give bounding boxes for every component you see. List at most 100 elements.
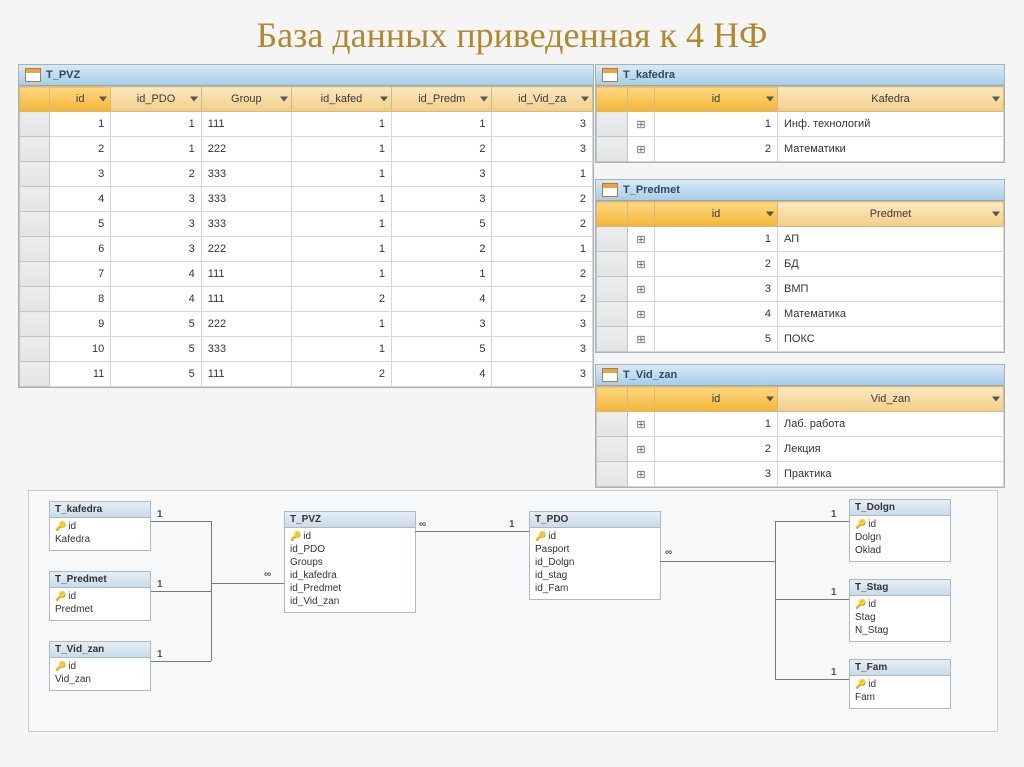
expand-icon[interactable]: ⊞	[628, 277, 655, 302]
col-idvidza[interactable]: id_Vid_za	[492, 87, 593, 112]
row-selector[interactable]	[20, 112, 50, 137]
relbox-tpdo[interactable]: T_PDO🔑idPasportid_Dolgnid_stagid_Fam	[529, 511, 661, 600]
table-row[interactable]: ⊞4Математика	[597, 302, 1004, 327]
table-row[interactable]: ⊞2БД	[597, 252, 1004, 277]
cell[interactable]: ПОКС	[778, 327, 1004, 352]
cell[interactable]: 2	[492, 262, 593, 287]
cell[interactable]: 3	[392, 187, 492, 212]
cell[interactable]: 3	[492, 337, 593, 362]
cell[interactable]: 222	[201, 312, 291, 337]
table-row[interactable]: ⊞1АП	[597, 227, 1004, 252]
cell[interactable]: 333	[201, 162, 291, 187]
col-group[interactable]: Group	[201, 87, 291, 112]
rowselector-header[interactable]	[597, 202, 628, 227]
table-row[interactable]: 21222123	[20, 137, 593, 162]
rowselector-header[interactable]	[597, 87, 628, 112]
cell[interactable]: 5	[655, 327, 778, 352]
cell[interactable]: 3	[655, 462, 778, 487]
cell[interactable]: 1	[655, 112, 778, 137]
relbox-tfam[interactable]: T_Fam🔑idFam	[849, 659, 951, 709]
cell[interactable]: 2	[291, 287, 391, 312]
cell[interactable]: 1	[291, 112, 391, 137]
cell[interactable]: БД	[778, 252, 1004, 277]
cell[interactable]: 3	[492, 362, 593, 387]
col-id[interactable]: id	[655, 87, 778, 112]
table-row[interactable]: ⊞1Инф. технологий	[597, 112, 1004, 137]
col-predmet[interactable]: Predmet	[778, 202, 1004, 227]
row-selector[interactable]	[597, 277, 628, 302]
expand-icon[interactable]: ⊞	[628, 252, 655, 277]
cell[interactable]: 3	[111, 187, 202, 212]
cell[interactable]: 1	[492, 237, 593, 262]
cell[interactable]: 3	[111, 212, 202, 237]
expand-icon[interactable]: ⊞	[628, 112, 655, 137]
table-row[interactable]: 105333153	[20, 337, 593, 362]
table-row[interactable]: 32333131	[20, 162, 593, 187]
cell[interactable]: 1	[111, 137, 202, 162]
relbox-tpvz[interactable]: T_PVZ🔑idid_PDOGroupsid_kafedraid_Predmet…	[284, 511, 416, 613]
expand-icon[interactable]: ⊞	[628, 437, 655, 462]
cell[interactable]: 2	[492, 212, 593, 237]
table-row[interactable]: ⊞2Математики	[597, 137, 1004, 162]
cell[interactable]: 4	[392, 362, 492, 387]
row-selector[interactable]	[20, 212, 50, 237]
tab-header-tpvz[interactable]: T_PVZ	[19, 65, 593, 86]
cell[interactable]: 3	[111, 237, 202, 262]
expand-icon[interactable]: ⊞	[628, 462, 655, 487]
row-selector[interactable]	[20, 362, 50, 387]
cell[interactable]: 8	[50, 287, 111, 312]
cell[interactable]: 1	[655, 227, 778, 252]
cell[interactable]: 5	[392, 337, 492, 362]
cell[interactable]: АП	[778, 227, 1004, 252]
table-row[interactable]: 63222121	[20, 237, 593, 262]
cell[interactable]: 1	[392, 112, 492, 137]
cell[interactable]: 1	[291, 337, 391, 362]
cell[interactable]: 5	[50, 212, 111, 237]
col-idpredm[interactable]: id_Predm	[392, 87, 492, 112]
col-idpdo[interactable]: id_PDO	[111, 87, 202, 112]
row-selector[interactable]	[597, 112, 628, 137]
relbox-tstag[interactable]: T_Stag🔑idStagN_Stag	[849, 579, 951, 642]
cell[interactable]: Лекция	[778, 437, 1004, 462]
cell[interactable]: 3	[492, 137, 593, 162]
cell[interactable]: 1	[291, 137, 391, 162]
cell[interactable]: 6	[50, 237, 111, 262]
col-kafedra[interactable]: Kafedra	[778, 87, 1004, 112]
cell[interactable]: 111	[201, 287, 291, 312]
cell[interactable]: 5	[111, 337, 202, 362]
relbox-tpredmet[interactable]: T_Predmet🔑idPredmet	[49, 571, 151, 621]
cell[interactable]: 2	[392, 237, 492, 262]
tab-header-tpred[interactable]: T_Predmet	[596, 180, 1004, 201]
cell[interactable]: 111	[201, 112, 291, 137]
cell[interactable]: 3	[50, 162, 111, 187]
cell[interactable]: 222	[201, 137, 291, 162]
cell[interactable]: 10	[50, 337, 111, 362]
expand-header[interactable]	[628, 202, 655, 227]
row-selector[interactable]	[597, 437, 628, 462]
cell[interactable]: Лаб. работа	[778, 412, 1004, 437]
cell[interactable]: 5	[111, 312, 202, 337]
row-selector[interactable]	[597, 462, 628, 487]
cell[interactable]: 3	[492, 312, 593, 337]
cell[interactable]: 2	[492, 187, 593, 212]
row-selector[interactable]	[20, 187, 50, 212]
row-selector[interactable]	[20, 137, 50, 162]
col-vidzan[interactable]: Vid_zan	[778, 387, 1004, 412]
cell[interactable]: 2	[655, 437, 778, 462]
expand-icon[interactable]: ⊞	[628, 227, 655, 252]
row-selector[interactable]	[597, 302, 628, 327]
cell[interactable]: 1	[291, 237, 391, 262]
cell[interactable]: 2	[492, 287, 593, 312]
rowselector-header[interactable]	[597, 387, 628, 412]
expand-icon[interactable]: ⊞	[628, 327, 655, 352]
table-row[interactable]: 11111113	[20, 112, 593, 137]
cell[interactable]: 2	[655, 137, 778, 162]
cell[interactable]: 1	[111, 112, 202, 137]
cell[interactable]: 4	[111, 262, 202, 287]
cell[interactable]: 3	[392, 312, 492, 337]
cell[interactable]: 1	[291, 262, 391, 287]
cell[interactable]: 1	[50, 112, 111, 137]
table-row[interactable]: ⊞1Лаб. работа	[597, 412, 1004, 437]
table-row[interactable]: ⊞3Практика	[597, 462, 1004, 487]
cell[interactable]: 333	[201, 212, 291, 237]
